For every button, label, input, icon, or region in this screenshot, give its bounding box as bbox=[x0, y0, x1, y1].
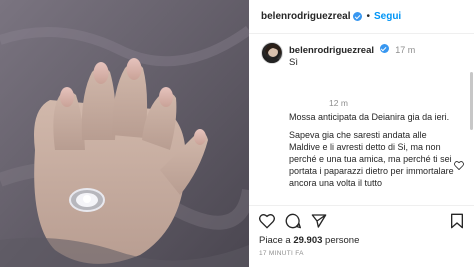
post-time-ago: 17 MINUTI FA bbox=[259, 250, 304, 257]
comment-like-heart-icon[interactable] bbox=[454, 161, 464, 170]
header-separator: • bbox=[366, 11, 370, 22]
post-header: belenrodriguezreal • Segui bbox=[249, 0, 474, 34]
comment-body: Mossa anticipata da Deianira gia da ieri… bbox=[289, 111, 459, 189]
hand-with-ring-image bbox=[0, 0, 249, 267]
share-icon[interactable] bbox=[311, 213, 327, 229]
caption-username[interactable]: belenrodriguezreal bbox=[289, 45, 374, 56]
comment-paragraph-1: Mossa anticipata da Deianira gia da ieri… bbox=[289, 112, 450, 122]
caption-text: Sì bbox=[289, 57, 298, 68]
comments-area[interactable]: belenrodriguezreal 17 m Sì 12 m Mossa an… bbox=[249, 34, 474, 205]
post-side-panel: belenrodriguezreal • Segui belenrodrigue… bbox=[249, 0, 474, 267]
verified-icon bbox=[353, 12, 363, 21]
comment-time: 12 m bbox=[329, 98, 348, 108]
follow-button[interactable]: Segui bbox=[374, 11, 401, 22]
likes-count[interactable]: Piace a 29.903 persone bbox=[259, 235, 359, 246]
likes-prefix: Piace a bbox=[259, 235, 291, 246]
avatar[interactable] bbox=[261, 42, 283, 64]
scrollbar[interactable] bbox=[470, 72, 473, 130]
heart-icon[interactable] bbox=[259, 213, 275, 229]
comment: 12 m Mossa anticipata da Deianira gia da… bbox=[289, 98, 459, 195]
likes-number: 29.903 bbox=[293, 235, 323, 246]
likes-suffix: persone bbox=[325, 235, 360, 246]
header-username[interactable]: belenrodriguezreal bbox=[261, 11, 350, 22]
caption-time: 17 m bbox=[395, 45, 416, 55]
verified-icon bbox=[379, 44, 389, 53]
post-photo bbox=[0, 0, 249, 267]
bookmark-icon[interactable] bbox=[449, 213, 465, 229]
action-bar bbox=[249, 205, 474, 233]
comment-paragraph-2: Sapeva gia che saresti andata alle Maldi… bbox=[289, 130, 454, 188]
comment-icon[interactable] bbox=[285, 213, 301, 229]
caption-header: belenrodriguezreal 17 m bbox=[289, 44, 415, 56]
